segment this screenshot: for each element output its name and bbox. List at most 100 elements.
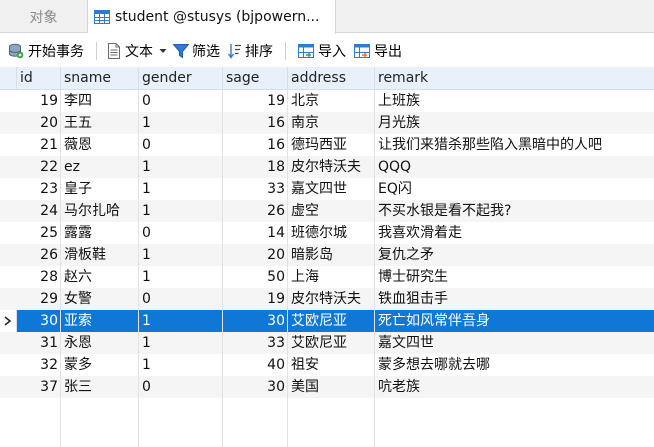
cell-sage[interactable]: 19 bbox=[223, 90, 288, 112]
import-button[interactable]: 导入 bbox=[298, 34, 346, 67]
cell-sname[interactable]: 李四 bbox=[61, 90, 139, 112]
table-row[interactable]: 20 王五 1 16 南京 月光族 bbox=[0, 112, 654, 134]
tab-student-table[interactable]: student @stusys (bjpowern... bbox=[88, 0, 336, 34]
row-header[interactable] bbox=[0, 222, 17, 244]
table-row[interactable]: 32 蒙多 1 40 祖安 蒙多想去哪就去哪 bbox=[0, 354, 654, 376]
cell-sage[interactable]: 20 bbox=[223, 244, 288, 266]
cell-sage[interactable]: 33 bbox=[223, 332, 288, 354]
table-row[interactable]: 26 滑板鞋 1 20 暗影岛 复仇之矛 bbox=[0, 244, 654, 266]
cell-sname[interactable]: 赵六 bbox=[61, 266, 139, 288]
cell-id[interactable]: 29 bbox=[17, 288, 61, 310]
cell-sage[interactable]: 50 bbox=[223, 266, 288, 288]
cell-sage[interactable]: 30 bbox=[223, 310, 288, 332]
cell-sname[interactable]: 薇恩 bbox=[61, 134, 139, 156]
cell-sname[interactable]: 永恩 bbox=[61, 332, 139, 354]
table-row[interactable]: 22 ez 1 18 皮尔特沃夫 QQQ bbox=[0, 156, 654, 178]
cell-sage[interactable]: 30 bbox=[223, 376, 288, 398]
cell-gender[interactable]: 1 bbox=[139, 266, 223, 288]
cell-gender[interactable]: 0 bbox=[139, 222, 223, 244]
cell-remark[interactable]: 蒙多想去哪就去哪 bbox=[375, 354, 654, 376]
cell-remark[interactable]: QQQ bbox=[375, 156, 654, 178]
column-header-sage[interactable]: sage bbox=[223, 67, 288, 90]
cell-remark[interactable]: 博士研究生 bbox=[375, 266, 654, 288]
cell-sage[interactable]: 19 bbox=[223, 288, 288, 310]
cell-sname[interactable]: 女警 bbox=[61, 288, 139, 310]
cell-address[interactable]: 艾欧尼亚 bbox=[288, 310, 375, 332]
cell-remark[interactable]: 月光族 bbox=[375, 112, 654, 134]
begin-transaction-button[interactable]: 开始事务 bbox=[8, 34, 84, 67]
export-button[interactable]: 导出 bbox=[354, 34, 402, 67]
row-header[interactable] bbox=[0, 332, 17, 354]
cell-gender[interactable]: 0 bbox=[139, 376, 223, 398]
cell-gender[interactable]: 0 bbox=[139, 134, 223, 156]
cell-sname[interactable]: 露露 bbox=[61, 222, 139, 244]
cell-address[interactable]: 德玛西亚 bbox=[288, 134, 375, 156]
cell-remark[interactable]: 吭老族 bbox=[375, 376, 654, 398]
cell-id[interactable]: 37 bbox=[17, 376, 61, 398]
table-row[interactable]: 29 女警 0 19 皮尔特沃夫 铁血狙击手 bbox=[0, 288, 654, 310]
cell-remark[interactable]: 复仇之矛 bbox=[375, 244, 654, 266]
cell-sname[interactable]: 王五 bbox=[61, 112, 139, 134]
cell-remark[interactable]: 不买水银是看不起我? bbox=[375, 200, 654, 222]
text-button[interactable]: 文本 bbox=[107, 34, 167, 67]
cell-gender[interactable]: 1 bbox=[139, 354, 223, 376]
cell-sage[interactable]: 33 bbox=[223, 178, 288, 200]
cell-id[interactable]: 23 bbox=[17, 178, 61, 200]
cell-address[interactable]: 皮尔特沃夫 bbox=[288, 288, 375, 310]
table-row[interactable]: 23 皇子 1 33 嘉文四世 EQ闪 bbox=[0, 178, 654, 200]
cell-address[interactable]: 皮尔特沃夫 bbox=[288, 156, 375, 178]
cell-sname[interactable]: ez bbox=[61, 156, 139, 178]
cell-address[interactable]: 上海 bbox=[288, 266, 375, 288]
row-header[interactable] bbox=[0, 90, 17, 112]
row-header[interactable] bbox=[0, 178, 17, 200]
table-row[interactable]: 21 薇恩 0 16 德玛西亚 让我们来猎杀那些陷入黑暗中的人吧 bbox=[0, 134, 654, 156]
cell-address[interactable]: 美国 bbox=[288, 376, 375, 398]
row-header[interactable] bbox=[0, 354, 17, 376]
cell-id[interactable]: 32 bbox=[17, 354, 61, 376]
cell-address[interactable]: 祖安 bbox=[288, 354, 375, 376]
cell-address[interactable]: 北京 bbox=[288, 90, 375, 112]
cell-id[interactable]: 22 bbox=[17, 156, 61, 178]
cell-id[interactable]: 19 bbox=[17, 90, 61, 112]
table-row[interactable]: 37 张三 0 30 美国 吭老族 bbox=[0, 376, 654, 398]
filter-button[interactable]: 筛选 bbox=[173, 34, 220, 67]
cell-sname[interactable]: 亚索 bbox=[61, 310, 139, 332]
cell-gender[interactable]: 1 bbox=[139, 200, 223, 222]
table-row[interactable]: 28 赵六 1 50 上海 博士研究生 bbox=[0, 266, 654, 288]
cell-remark[interactable]: 我喜欢滑着走 bbox=[375, 222, 654, 244]
row-header[interactable] bbox=[0, 156, 17, 178]
cell-gender[interactable]: 0 bbox=[139, 90, 223, 112]
cell-sage[interactable]: 14 bbox=[223, 222, 288, 244]
cell-remark[interactable]: 嘉文四世 bbox=[375, 332, 654, 354]
tab-objects[interactable]: 对象 bbox=[0, 0, 88, 33]
cell-sname[interactable]: 蒙多 bbox=[61, 354, 139, 376]
cell-sage[interactable]: 16 bbox=[223, 134, 288, 156]
cell-id[interactable]: 21 bbox=[17, 134, 61, 156]
cell-sname[interactable]: 滑板鞋 bbox=[61, 244, 139, 266]
column-header-address[interactable]: address bbox=[288, 67, 375, 90]
cell-remark[interactable]: 铁血狙击手 bbox=[375, 288, 654, 310]
cell-remark[interactable]: 死亡如风常伴吾身 bbox=[375, 310, 654, 332]
cell-remark[interactable]: EQ闪 bbox=[375, 178, 654, 200]
cell-id[interactable]: 30 bbox=[17, 310, 61, 332]
cell-gender[interactable]: 1 bbox=[139, 156, 223, 178]
table-row[interactable]: 24 马尔扎哈 1 26 虚空 不买水银是看不起我? bbox=[0, 200, 654, 222]
cell-sage[interactable]: 18 bbox=[223, 156, 288, 178]
cell-sname[interactable]: 皇子 bbox=[61, 178, 139, 200]
cell-gender[interactable]: 1 bbox=[139, 310, 223, 332]
cell-sage[interactable]: 26 bbox=[223, 200, 288, 222]
row-header[interactable] bbox=[0, 266, 17, 288]
cell-address[interactable]: 暗影岛 bbox=[288, 244, 375, 266]
cell-remark[interactable]: 上班族 bbox=[375, 90, 654, 112]
row-header[interactable] bbox=[0, 134, 17, 156]
cell-sage[interactable]: 16 bbox=[223, 112, 288, 134]
cell-id[interactable]: 31 bbox=[17, 332, 61, 354]
row-header[interactable] bbox=[0, 376, 17, 398]
cell-address[interactable]: 虚空 bbox=[288, 200, 375, 222]
cell-sname[interactable]: 张三 bbox=[61, 376, 139, 398]
cell-address[interactable]: 嘉文四世 bbox=[288, 178, 375, 200]
cell-remark[interactable]: 让我们来猎杀那些陷入黑暗中的人吧 bbox=[375, 134, 654, 156]
cell-address[interactable]: 南京 bbox=[288, 112, 375, 134]
cell-id[interactable]: 24 bbox=[17, 200, 61, 222]
cell-sname[interactable]: 马尔扎哈 bbox=[61, 200, 139, 222]
